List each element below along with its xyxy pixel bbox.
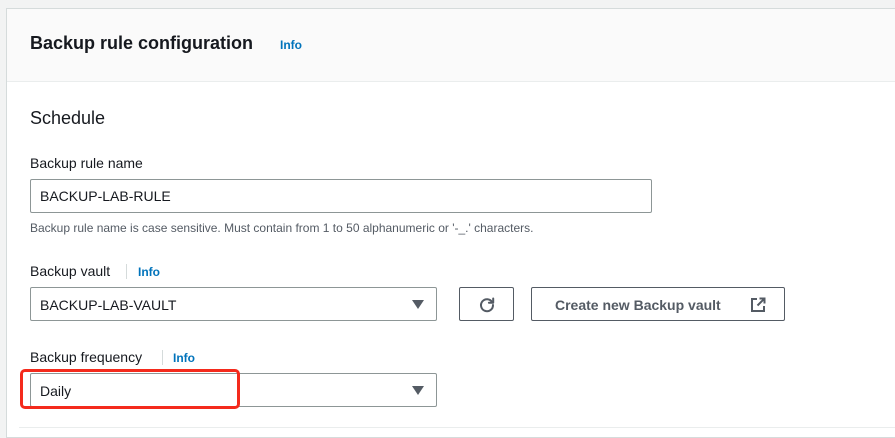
vault-info-link[interactable]: Info (138, 265, 160, 279)
create-new-vault-label: Create new Backup vault (555, 297, 721, 313)
frequency-select[interactable]: Daily (30, 373, 437, 407)
section-divider (19, 427, 895, 428)
rule-name-label: Backup rule name (30, 155, 143, 171)
vault-label-divider (126, 264, 127, 279)
caret-down-icon (412, 300, 424, 309)
panel-header: Backup rule configuration Info (7, 9, 895, 82)
refresh-vaults-button[interactable] (459, 287, 514, 321)
external-link-icon (751, 297, 766, 312)
refresh-icon (480, 297, 495, 313)
vault-select-value: BACKUP-LAB-VAULT (40, 297, 177, 313)
frequency-select-value: Daily (40, 383, 72, 399)
rule-name-hint: Backup rule name is case sensitive. Must… (30, 221, 534, 235)
frequency-label: Backup frequency (30, 349, 143, 365)
panel-title: Backup rule configuration (30, 33, 254, 53)
create-new-vault-button[interactable]: Create new Backup vault (531, 287, 785, 321)
vault-label: Backup vault (30, 263, 111, 279)
backup-rule-configuration-panel: Backup rule configuration Info Schedule … (6, 8, 895, 438)
vault-select[interactable]: BACKUP-LAB-VAULT (30, 287, 437, 321)
schedule-section-title: Schedule (30, 108, 106, 128)
panel-info-link[interactable]: Info (280, 38, 302, 52)
frequency-label-divider (162, 350, 163, 365)
caret-down-icon (412, 386, 424, 395)
frequency-info-link[interactable]: Info (173, 351, 195, 365)
rule-name-input[interactable] (30, 179, 652, 213)
